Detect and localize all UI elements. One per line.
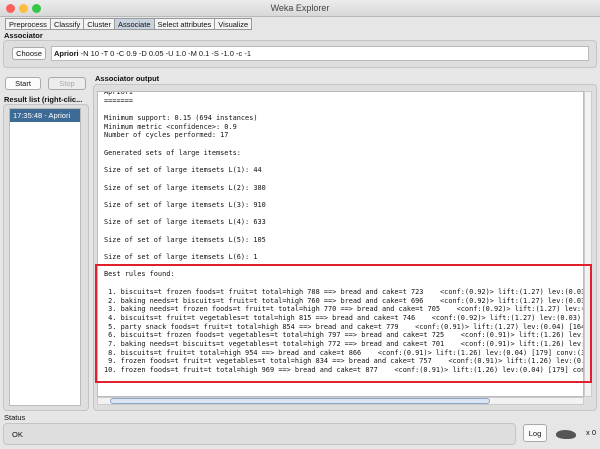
result-list-label: Result list (right-clic... [4,95,83,104]
result-list-item[interactable]: 17:35:48 - Apriori [10,109,80,122]
stop-button[interactable]: Stop [48,77,86,90]
output-line: Number of cycles performed: 17 [104,131,229,140]
weka-bird-icon[interactable] [556,430,576,439]
associator-config-field[interactable]: Apriori -N 10 -T 0 -C 0.9 -D 0.05 -U 1.0… [51,46,589,61]
maximize-window-button[interactable] [32,4,41,13]
tab-select-attributes[interactable]: Select attributes [153,18,216,30]
log-button[interactable]: Log [523,424,547,442]
output-line: Minimum metric <confidence>: 0.9 [104,122,237,131]
start-button[interactable]: Start [5,77,41,90]
associator-name: Apriori [54,49,79,58]
horizontal-scroll-thumb[interactable] [110,398,490,404]
output-line: Size of set of large itemsets L(5): 105 [104,235,266,244]
output-line: ======= [104,96,134,105]
tab-associate[interactable]: Associate [113,18,155,30]
output-line: Size of set of large itemsets L(3): 910 [104,200,266,209]
task-count: x 0 [586,428,597,437]
output-line: Minimum support: 0.15 (694 instances) [104,114,258,123]
close-window-button[interactable] [6,4,15,13]
best-rules-highlight [95,264,592,383]
status-box: OK [3,423,516,445]
result-list[interactable]: 17:35:48 - Apriori [9,108,81,406]
tab-bar: Preprocess Classify Cluster Associate Se… [5,18,253,30]
status-label: Status [4,413,26,422]
output-line: Size of set of large itemsets L(6): 1 [104,253,258,262]
choose-button[interactable]: Choose [12,47,46,60]
minimize-window-button[interactable] [19,4,28,13]
horizontal-scrollbar[interactable] [97,397,584,405]
output-line: Generated sets of large itemsets: [104,148,241,157]
output-label: Associator output [95,74,160,83]
output-line: Size of set of large itemsets L(4): 633 [104,218,266,227]
status-text: OK [12,430,23,439]
output-line: Size of set of large itemsets L(1): 44 [104,166,262,175]
window-title: Weka Explorer [270,3,330,13]
associator-options: -N 10 -T 0 -C 0.9 -D 0.05 -U 1.0 -M 0.1 … [78,49,252,58]
associator-label: Associator [4,31,43,40]
title-bar: Weka Explorer [0,0,600,17]
tab-cluster[interactable]: Cluster [83,18,115,30]
output-line: Size of set of large itemsets L(2): 380 [104,183,266,192]
tab-visualize[interactable]: Visualize [214,18,253,30]
tab-classify[interactable]: Classify [49,18,85,30]
tab-preprocess[interactable]: Preprocess [5,18,51,30]
